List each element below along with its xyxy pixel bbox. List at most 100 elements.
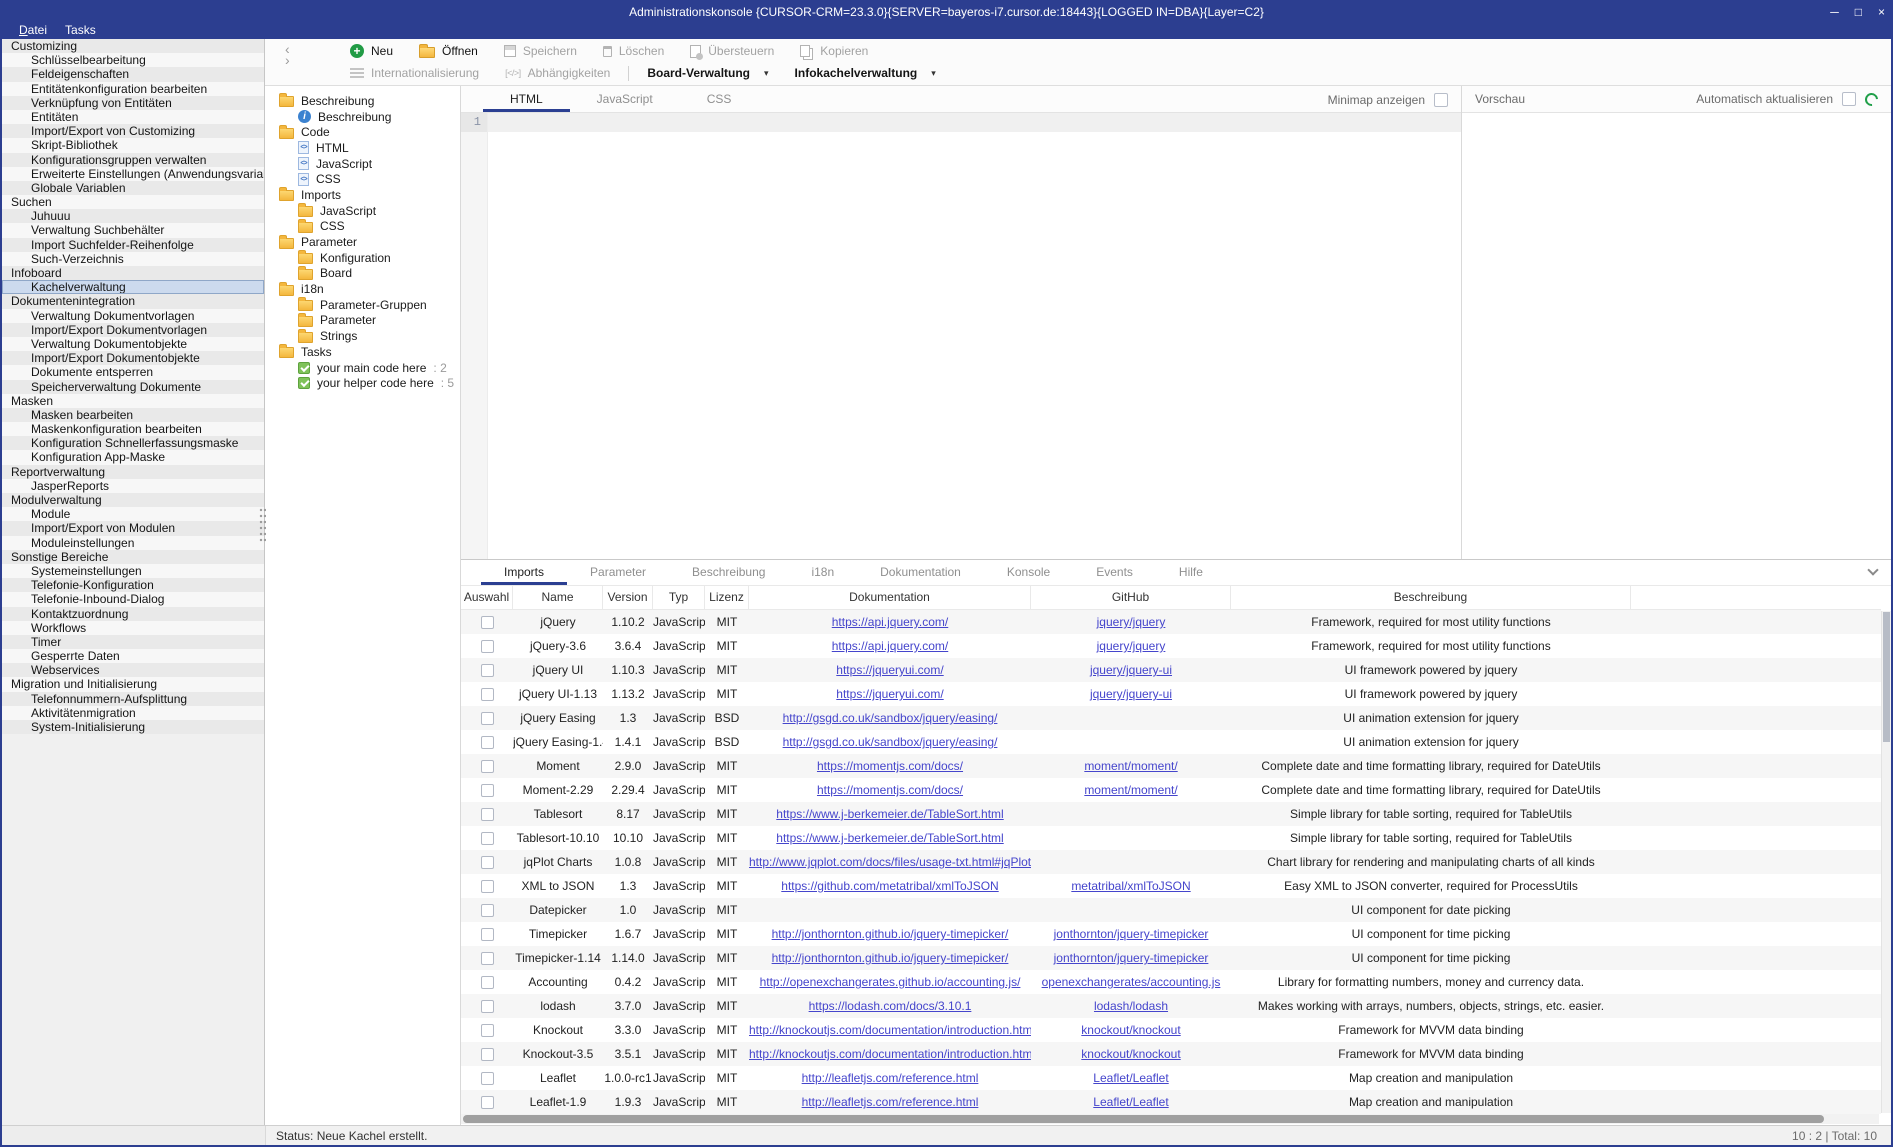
row-checkbox[interactable] xyxy=(481,1096,494,1109)
toolbar-button[interactable]: Internationalisierung xyxy=(337,66,492,80)
sidebar-item[interactable]: Verwaltung Dokumentobjekte xyxy=(2,337,264,351)
chevron-right-icon[interactable]: › xyxy=(285,55,290,66)
sidebar-item[interactable]: Suchen xyxy=(2,195,264,209)
table-row[interactable]: Knockout-3.5 3.5.1 JavaScript MIT http:/… xyxy=(461,1042,1881,1066)
auto-refresh-checkbox[interactable] xyxy=(1842,92,1856,106)
sidebar-item[interactable]: Verwaltung Dokumentvorlagen xyxy=(2,309,264,323)
minimize-button[interactable]: ─ xyxy=(1830,3,1839,21)
documentation-link[interactable]: https://github.com/metatribal/xmlToJSON xyxy=(749,874,1031,898)
editor-body[interactable]: 1 xyxy=(461,113,1461,559)
row-checkbox[interactable] xyxy=(481,736,494,749)
sidebar-item[interactable]: Skript-Bibliothek xyxy=(2,138,264,152)
row-checkbox[interactable] xyxy=(481,784,494,797)
sidebar-item[interactable]: Konfigurationsgruppen verwalten xyxy=(2,153,264,167)
documentation-link[interactable]: http://openexchangerates.github.io/accou… xyxy=(749,970,1031,994)
tree-item[interactable]: Tasks xyxy=(265,344,460,360)
sidebar-item[interactable]: Systemeinstellungen xyxy=(2,564,264,578)
sidebar-item[interactable]: Dokumentenintegration xyxy=(2,294,264,308)
row-checkbox[interactable] xyxy=(481,760,494,773)
documentation-link[interactable]: http://knockoutjs.com/documentation/intr… xyxy=(749,1042,1031,1066)
sidebar-item[interactable]: Konfiguration App-Maske xyxy=(2,450,264,464)
documentation-link[interactable]: http://leafletjs.com/reference.html xyxy=(749,1090,1031,1114)
column-header-auswahl[interactable]: Auswahl xyxy=(461,586,513,609)
table-row[interactable]: jQuery Easing 1.3 JavaScript BSD http://… xyxy=(461,706,1881,730)
editor-tab[interactable]: HTML xyxy=(483,86,570,112)
row-checkbox[interactable] xyxy=(481,1048,494,1061)
bottom-tab[interactable]: Dokumentation xyxy=(857,560,984,585)
tree-item[interactable]: Beschreibung xyxy=(265,109,460,125)
github-link[interactable]: moment/moment/ xyxy=(1031,754,1231,778)
documentation-link[interactable]: https://momentjs.com/docs/ xyxy=(749,754,1031,778)
column-header-github[interactable]: GitHub xyxy=(1031,586,1231,609)
tree-item[interactable]: Konfiguration xyxy=(265,250,460,266)
github-link[interactable] xyxy=(1031,730,1231,754)
github-link[interactable]: jquery/jquery xyxy=(1031,610,1231,634)
sidebar-item[interactable]: Globale Variablen xyxy=(2,181,264,195)
tree-item[interactable]: Parameter xyxy=(265,313,460,329)
documentation-link[interactable]: http://jonthornton.github.io/jquery-time… xyxy=(749,946,1031,970)
toolbar-dropdown-button[interactable]: Board-Verwaltung xyxy=(634,66,781,80)
sidebar-item[interactable]: Maskenkonfiguration bearbeiten xyxy=(2,422,264,436)
sidebar-item[interactable]: Kachelverwaltung xyxy=(2,280,264,294)
tree-item[interactable]: CSS xyxy=(265,171,460,187)
sidebar-item[interactable]: Import/Export von Customizing xyxy=(2,124,264,138)
tree-item[interactable]: JavaScript xyxy=(265,156,460,172)
table-row[interactable]: Timepicker 1.6.7 JavaScript MIT http://j… xyxy=(461,922,1881,946)
toolbar-button[interactable]: Abhängigkeiten xyxy=(492,66,623,80)
sidebar-item[interactable]: Erweiterte Einstellungen (Anwendungsvari… xyxy=(2,167,264,181)
sidebar-item[interactable]: Gesperrte Daten xyxy=(2,649,264,663)
github-link[interactable] xyxy=(1031,706,1231,730)
code-area[interactable] xyxy=(488,113,1461,559)
github-link[interactable] xyxy=(1031,802,1231,826)
column-header-typ[interactable]: Typ xyxy=(653,586,705,609)
tree-item[interactable]: Strings xyxy=(265,328,460,344)
table-row[interactable]: jQuery UI-1.13 1.13.2 JavaScript MIT htt… xyxy=(461,682,1881,706)
editor-tab[interactable]: JavaScript xyxy=(570,86,680,112)
bottom-tab[interactable]: Imports xyxy=(481,560,567,585)
bottom-tab[interactable]: Parameter xyxy=(567,560,669,585)
sidebar-item[interactable]: Reportverwaltung xyxy=(2,465,264,479)
toolbar-button[interactable]: Kopieren xyxy=(787,44,881,58)
toolbar-button[interactable]: Übersteuern xyxy=(677,44,787,58)
tree-item[interactable]: Parameter-Gruppen xyxy=(265,297,460,313)
sidebar-item[interactable]: Import/Export Dokumentvorlagen xyxy=(2,323,264,337)
github-link[interactable]: jonthornton/jquery-timepicker xyxy=(1031,946,1231,970)
sidebar-item[interactable]: Telefonie-Inbound-Dialog xyxy=(2,592,264,606)
row-checkbox[interactable] xyxy=(481,1000,494,1013)
menu-item[interactable]: Tasks xyxy=(56,22,105,39)
table-horizontal-scrollbar[interactable] xyxy=(461,1114,1879,1124)
menu-item[interactable]: Datei xyxy=(10,22,56,39)
row-checkbox[interactable] xyxy=(481,832,494,845)
documentation-link[interactable]: https://jqueryui.com/ xyxy=(749,682,1031,706)
documentation-link[interactable]: https://www.j-berkemeier.de/TableSort.ht… xyxy=(749,826,1031,850)
table-row[interactable]: Leaflet-1.9 1.9.3 JavaScript MIT http://… xyxy=(461,1090,1881,1114)
table-row[interactable]: Knockout 3.3.0 JavaScript MIT http://kno… xyxy=(461,1018,1881,1042)
sidebar-item[interactable]: JasperReports xyxy=(2,479,264,493)
github-link[interactable]: Leaflet/Leaflet xyxy=(1031,1066,1231,1090)
github-link[interactable]: metatribal/xmlToJSON xyxy=(1031,874,1231,898)
tree-item[interactable]: Imports xyxy=(265,187,460,203)
bottom-tab[interactable]: Hilfe xyxy=(1156,560,1226,585)
column-header-beschreibung[interactable]: Beschreibung xyxy=(1231,586,1631,609)
tree-item[interactable]: JavaScript xyxy=(265,203,460,219)
github-link[interactable]: jquery/jquery-ui xyxy=(1031,682,1231,706)
chevron-down-icon[interactable] xyxy=(1867,564,1878,575)
row-checkbox[interactable] xyxy=(481,808,494,821)
sidebar-item[interactable]: Schlüsselbearbeitung xyxy=(2,53,264,67)
toolbar-button[interactable]: Speichern xyxy=(491,44,590,58)
sidebar-item[interactable]: Sonstige Bereiche xyxy=(2,550,264,564)
table-row[interactable]: Tablesort-10.10 10.10 JavaScript MIT htt… xyxy=(461,826,1881,850)
sidebar-item[interactable]: Modulverwaltung xyxy=(2,493,264,507)
toolbar-button[interactable]: Löschen xyxy=(590,44,677,58)
sidebar-item[interactable]: Aktivitätenmigration xyxy=(2,706,264,720)
column-header-version[interactable]: Version xyxy=(603,586,653,609)
row-checkbox[interactable] xyxy=(481,664,494,677)
tree-item[interactable]: Code xyxy=(265,124,460,140)
tree-item[interactable]: CSS xyxy=(265,219,460,235)
row-checkbox[interactable] xyxy=(481,952,494,965)
sidebar-item[interactable]: Telefonie-Konfiguration xyxy=(2,578,264,592)
sidebar-item[interactable]: Entitätenkonfiguration bearbeiten xyxy=(2,82,264,96)
column-header-dokumentation[interactable]: Dokumentation xyxy=(749,586,1031,609)
documentation-link[interactable]: http://gsgd.co.uk/sandbox/jquery/easing/ xyxy=(749,706,1031,730)
row-checkbox[interactable] xyxy=(481,880,494,893)
